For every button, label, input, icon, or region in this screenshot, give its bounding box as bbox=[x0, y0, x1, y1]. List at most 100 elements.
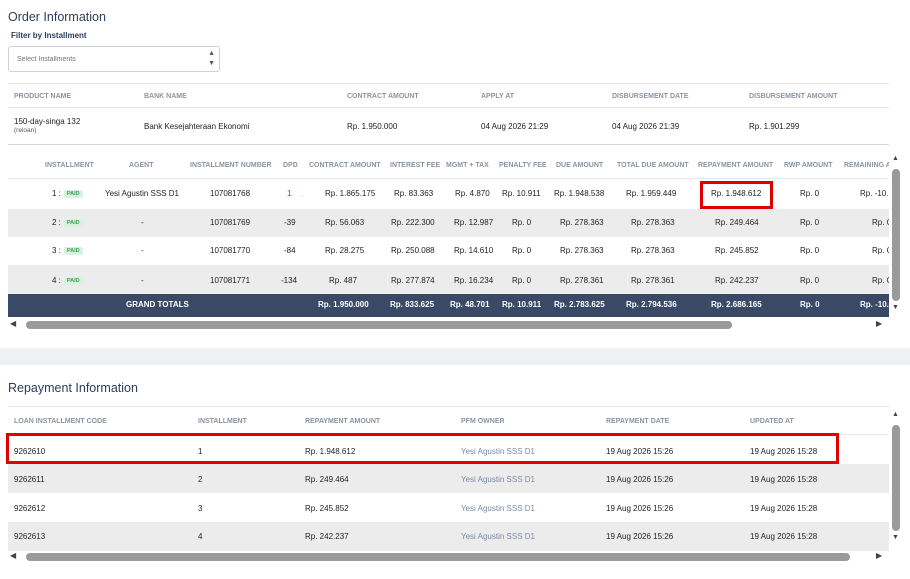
scrollbar-thumb[interactable] bbox=[892, 169, 900, 301]
order-information-panel: Order Information Filter by Installment … bbox=[0, 0, 910, 348]
scroll-right-icon[interactable]: ▶ bbox=[876, 551, 882, 560]
disbursement-date: 04 Aug 2026 21:39 bbox=[612, 122, 680, 131]
total-due: Rp. 2.783.625 bbox=[554, 300, 605, 309]
interest-cell: Rp. 250.088 bbox=[391, 246, 435, 255]
col-rwp-amount: RWP AMOUNT bbox=[784, 162, 833, 169]
grand-totals-row: GRAND TOTALS Rp. 1.950.000 Rp. 833.625 R… bbox=[8, 294, 889, 317]
mgmt-cell: Rp. 14.610 bbox=[454, 246, 494, 255]
agent-cell: - bbox=[141, 218, 144, 227]
col-contract-amount: CONTRACT AMOUNT bbox=[309, 162, 381, 169]
total-mgmt: Rp. 48.701 bbox=[450, 300, 490, 309]
divider bbox=[8, 107, 889, 108]
interest-cell: Rp. 83.363 bbox=[394, 189, 434, 198]
rwp-cell: Rp. 0 bbox=[800, 218, 820, 227]
mgmt-cell: Rp. 4.870 bbox=[455, 189, 490, 198]
product-reloan-note: (reloan) bbox=[14, 127, 37, 134]
installment-index: 4 : bbox=[52, 276, 61, 285]
due-cell: Rp. 278.363 bbox=[560, 246, 604, 255]
total-due-cell: Rp. 278.363 bbox=[631, 246, 675, 255]
agent-cell: - bbox=[141, 246, 144, 255]
repayment-cell: Rp. 242.237 bbox=[715, 276, 759, 285]
interest-cell: Rp. 277.874 bbox=[391, 276, 435, 285]
repayment-date-cell: 19 Aug 2026 15:26 bbox=[606, 532, 674, 541]
repayment-information-panel: Repayment Information LOAN INSTALLMENT C… bbox=[0, 365, 910, 579]
col-repayment-amount: REPAYMENT AMOUNT bbox=[305, 418, 381, 425]
col-repayment-date: REPAYMENT DATE bbox=[606, 418, 670, 425]
col-installment: INSTALLMENT bbox=[45, 162, 94, 169]
loan-code-cell: 9262611 bbox=[14, 475, 45, 484]
installment-select-input[interactable] bbox=[9, 47, 189, 71]
total-interest: Rp. 833.625 bbox=[390, 300, 435, 309]
dpd-cell: -39 bbox=[284, 218, 296, 227]
contract-cell: Rp. 487 bbox=[329, 276, 358, 285]
paid-badge: PAID bbox=[63, 218, 83, 227]
scrollbar-thumb[interactable] bbox=[26, 553, 850, 561]
penalty-cell: Rp. 0 bbox=[512, 246, 532, 255]
col-updated-at: UPDATED AT bbox=[750, 418, 794, 425]
total-rwp: Rp. 0 bbox=[800, 300, 820, 309]
select-arrows-icon[interactable]: ▲ ▼ bbox=[208, 49, 215, 69]
divider bbox=[8, 144, 889, 145]
repayment-date-cell: 19 Aug 2026 15:26 bbox=[606, 504, 674, 513]
total-due-cell: Rp. 278.363 bbox=[631, 218, 675, 227]
scroll-up-icon[interactable]: ▲ bbox=[892, 411, 899, 418]
mgmt-cell: Rp. 16.234 bbox=[454, 276, 494, 285]
col-loan-installment-code: LOAN INSTALLMENT CODE bbox=[14, 418, 107, 425]
total-due-cell: Rp. 278.361 bbox=[631, 276, 675, 285]
pfm-owner-link[interactable]: Yesi Agustin SSS D1 bbox=[461, 475, 535, 484]
scroll-right-icon[interactable]: ▶ bbox=[876, 319, 882, 328]
rwp-cell: Rp. 0 bbox=[800, 276, 820, 285]
agent-cell: Yesi Agustin SSS D1 bbox=[105, 189, 179, 198]
installment-cell: 3 : PAID bbox=[52, 246, 83, 255]
header-product-name: PRODUCT NAME bbox=[14, 93, 72, 100]
amount-cell: Rp. 249.464 bbox=[305, 475, 349, 484]
repayment-horizontal-scrollbar[interactable]: ◀ ▶ bbox=[10, 551, 886, 562]
remaining-cell: Rp. C bbox=[872, 276, 889, 285]
loan-code-cell: 9262613 bbox=[14, 532, 46, 541]
installment-number-cell: 107081770 bbox=[210, 246, 251, 255]
pfm-owner-link[interactable]: Yesi Agustin SSS D1 bbox=[461, 532, 535, 541]
rwp-cell: Rp. 0 bbox=[800, 246, 820, 255]
scroll-left-icon[interactable]: ◀ bbox=[10, 551, 16, 560]
installments-horizontal-scrollbar[interactable]: ◀ ▶ bbox=[10, 319, 886, 330]
installments-vertical-scrollbar[interactable]: ▲ ▼ bbox=[891, 155, 901, 315]
installment-index: 1 : bbox=[52, 189, 61, 198]
repayment-cell: Rp. 245.852 bbox=[715, 246, 759, 255]
scroll-down-icon[interactable]: ▼ bbox=[892, 304, 899, 311]
pfm-owner-link[interactable]: Yesi Agustin SSS D1 bbox=[461, 504, 535, 513]
scrollbar-thumb[interactable] bbox=[26, 321, 732, 329]
header-disbursement-amount: DISBURSEMENT AMOUNT bbox=[749, 93, 838, 100]
total-due-cell: Rp. 1.959.449 bbox=[626, 189, 677, 198]
paid-badge: PAID bbox=[63, 189, 83, 198]
installment-cell: 2 bbox=[198, 475, 203, 484]
total-total-due: Rp. 2.794.536 bbox=[626, 300, 677, 309]
total-remaining: Rp. -10. bbox=[860, 300, 889, 309]
col-repayment-amount: REPAYMENT AMOUNT bbox=[698, 162, 774, 169]
col-dpd: DPD bbox=[283, 162, 298, 169]
col-agent: AGENT bbox=[129, 162, 154, 169]
header-bank-name: BANK NAME bbox=[144, 93, 187, 100]
amount-cell: Rp. 245.852 bbox=[305, 504, 349, 513]
highlight-box bbox=[6, 433, 839, 464]
scroll-down-icon[interactable]: ▼ bbox=[892, 534, 899, 541]
installment-cell: 2 : PAID bbox=[52, 218, 83, 227]
updated-at-cell: 19 Aug 2026 15:28 bbox=[750, 504, 818, 513]
col-interest-fee: INTEREST FEE bbox=[390, 162, 441, 169]
installment-cell: 1 : PAID bbox=[52, 189, 83, 198]
penalty-cell: Rp. 10.911 bbox=[502, 189, 541, 198]
scroll-left-icon[interactable]: ◀ bbox=[10, 319, 16, 328]
installment-select[interactable]: ▲▼ bbox=[8, 46, 220, 72]
repayment-information-title: Repayment Information bbox=[8, 381, 138, 395]
dpd-cell: 1 bbox=[287, 189, 292, 198]
repayment-vertical-scrollbar[interactable]: ▲ ▼ bbox=[891, 411, 901, 544]
col-remaining: REMAINING A bbox=[844, 162, 889, 169]
scrollbar-thumb[interactable] bbox=[892, 425, 900, 531]
apply-at: 04 Aug 2026 21:29 bbox=[481, 122, 549, 131]
dpd-cell: -84 bbox=[284, 246, 296, 255]
installment-cell: 4 : PAID bbox=[52, 276, 83, 285]
scroll-up-icon[interactable]: ▲ bbox=[892, 155, 899, 162]
highlight-box bbox=[700, 181, 773, 209]
installment-cell: 3 bbox=[198, 504, 203, 513]
col-mgmt-tax: MGMT + TAX bbox=[446, 162, 489, 169]
contract-cell: Rp. 28.275 bbox=[325, 246, 365, 255]
